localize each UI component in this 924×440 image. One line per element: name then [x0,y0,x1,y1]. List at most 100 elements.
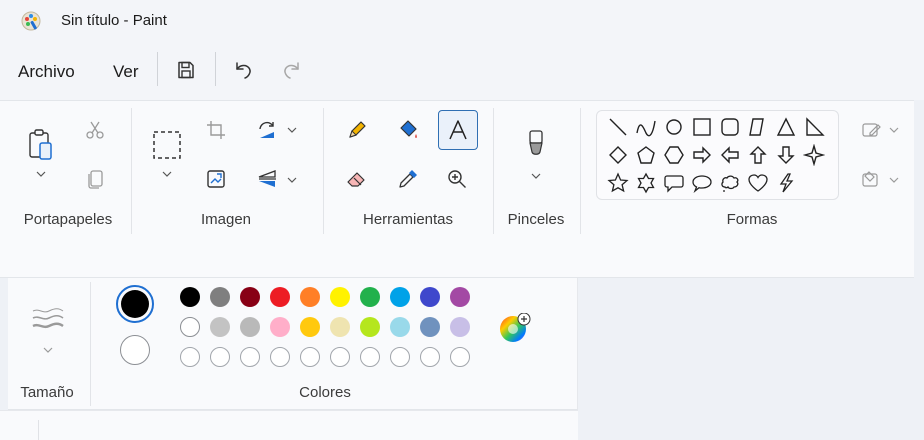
chevron-down-icon[interactable] [888,174,900,186]
chevron-down-icon[interactable] [42,344,54,356]
resize-button[interactable] [197,160,235,198]
curve-shape-button[interactable] [635,116,657,138]
color-swatch[interactable] [420,287,440,307]
five-point-star-shape-button[interactable] [607,172,629,194]
oval-callout-shape-icon [692,175,712,194]
color-swatch[interactable] [300,317,320,337]
four-point-star-shape-button[interactable] [803,144,825,166]
rounded-callout-shape-button[interactable] [663,172,685,194]
color-swatch[interactable] [390,287,410,307]
pencil-tool[interactable] [338,111,376,149]
chevron-down-icon[interactable] [888,124,900,136]
color-swatch[interactable] [390,317,410,337]
color-swatch[interactable] [360,287,380,307]
cloud-callout-shape-icon [721,175,739,192]
menu-file[interactable]: Archivo [18,62,75,82]
right-triangle-shape-button[interactable] [803,116,825,138]
rectangle-shape-button[interactable] [691,116,713,138]
custom-color-slot[interactable] [450,347,470,367]
custom-color-slot[interactable] [300,347,320,367]
rotate-button[interactable] [248,111,286,149]
menu-view[interactable]: Ver [113,62,139,82]
pentagon-shape-button[interactable] [635,144,657,166]
custom-color-slot[interactable] [210,347,230,367]
save-button[interactable] [171,55,201,85]
six-point-star-shape-button[interactable] [635,172,657,194]
undo-button[interactable] [228,55,258,85]
custom-color-slot[interactable] [240,347,260,367]
fill-shape-button[interactable] [854,160,888,198]
custom-color-slot[interactable] [390,347,410,367]
color-swatch[interactable] [420,317,440,337]
up-arrow-shape-icon [749,146,767,164]
eraser-tool[interactable] [338,160,376,198]
color-swatch[interactable] [210,317,230,337]
redo-icon [284,62,299,79]
outline-icon [862,123,881,137]
lightning-shape-icon [779,173,794,193]
group-divider [90,282,91,406]
fill-tool[interactable] [389,111,427,149]
diamond-shape-button[interactable] [607,144,629,166]
size-button[interactable] [28,300,68,338]
lightning-shape-button[interactable] [775,172,797,194]
flip-button[interactable] [248,160,286,198]
chevron-down-icon[interactable] [286,174,298,186]
triangle-shape-button[interactable] [775,116,797,138]
edit-colors-button[interactable] [499,312,531,343]
down-arrow-shape-button[interactable] [775,144,797,166]
copy-button[interactable] [76,160,114,198]
custom-color-slot[interactable] [420,347,440,367]
text-tool[interactable] [438,110,478,150]
color-swatch[interactable] [300,287,320,307]
polygon-shape-button[interactable] [747,116,769,138]
crop-button[interactable] [197,111,235,149]
line-shape-button[interactable] [607,116,629,138]
cut-button[interactable] [76,111,114,149]
custom-color-slot[interactable] [180,347,200,367]
custom-color-slot[interactable] [270,347,290,367]
crop-icon [207,121,225,139]
brushes-button[interactable] [517,126,555,164]
color-swatch[interactable] [270,287,290,307]
chevron-down-icon[interactable] [530,170,542,182]
color-swatch[interactable] [240,317,260,337]
select-button[interactable] [148,126,186,164]
color-swatch[interactable] [210,287,230,307]
color-swatch[interactable] [330,287,350,307]
color-swatch[interactable] [270,317,290,337]
pencil-icon [349,121,366,138]
chevron-down-icon[interactable] [35,168,47,180]
paste-button[interactable] [22,126,60,164]
eraser-icon [347,172,365,187]
custom-color-slot[interactable] [330,347,350,367]
up-arrow-shape-button[interactable] [747,144,769,166]
color-swatch[interactable] [360,317,380,337]
color-swatch[interactable] [330,317,350,337]
right-arrow-shape-button[interactable] [691,144,713,166]
chevron-down-icon[interactable] [286,124,298,136]
color-swatch[interactable] [450,317,470,337]
rounded-rectangle-shape-button[interactable] [719,116,741,138]
color-swatch[interactable] [450,287,470,307]
heart-shape-button[interactable] [747,172,769,194]
outline-button[interactable] [854,111,888,149]
cloud-callout-shape-button[interactable] [719,172,741,194]
menu-bar: Archivo Ver [0,44,924,100]
oval-callout-shape-button[interactable] [691,172,713,194]
color-picker-tool[interactable] [389,160,427,198]
color-swatch[interactable] [180,287,200,307]
secondary-color[interactable] [120,335,150,365]
oval-shape-button[interactable] [663,116,685,138]
custom-color-slot[interactable] [360,347,380,367]
redo-button[interactable] [277,55,307,85]
color-swatch[interactable] [240,287,260,307]
heart-shape-icon [748,174,768,192]
left-arrow-shape-button[interactable] [719,144,741,166]
color-swatch[interactable] [180,317,200,337]
magnifier-tool[interactable] [438,160,476,198]
primary-color[interactable] [121,290,149,318]
chevron-down-icon[interactable] [161,168,173,180]
save-icon [178,61,194,79]
hexagon-shape-button[interactable] [663,144,685,166]
